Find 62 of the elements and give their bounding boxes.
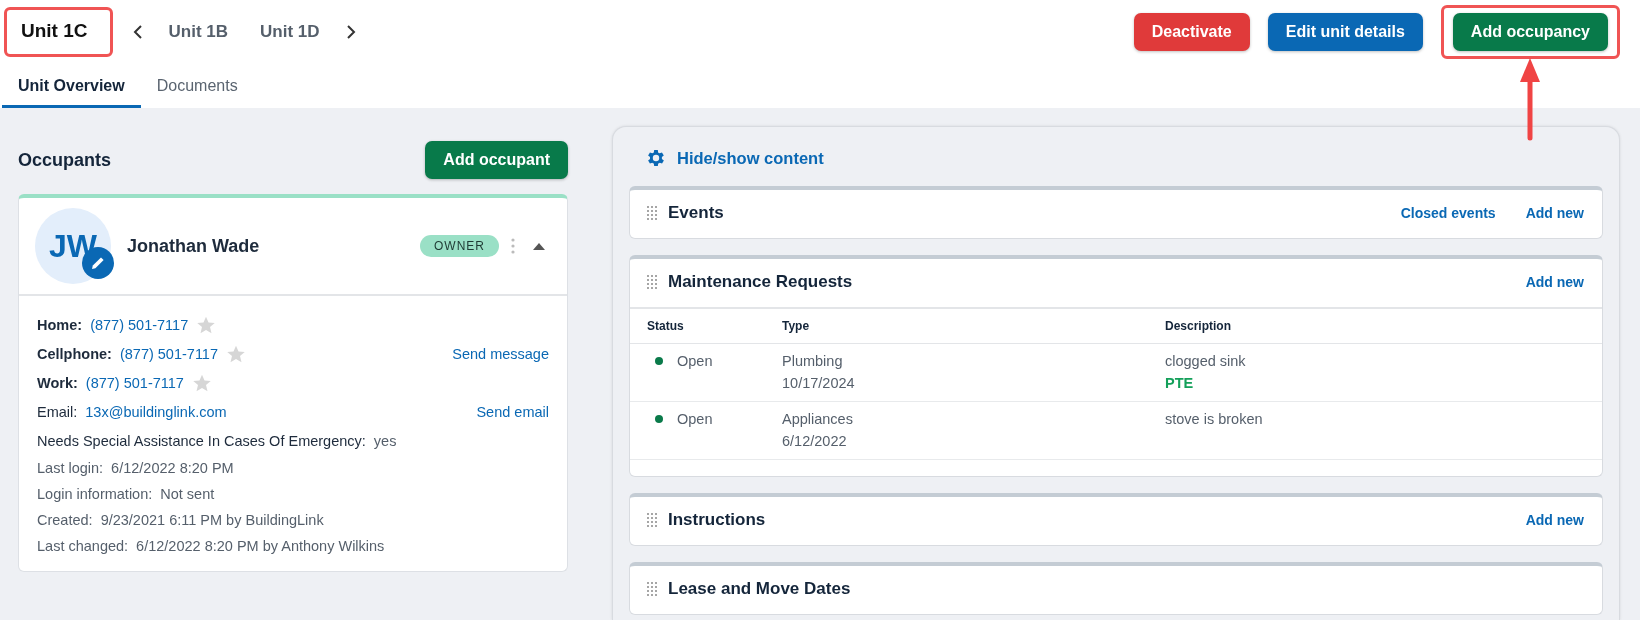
field-value: 9/23/2021 6:11 PM by BuildingLink	[100, 512, 324, 528]
action-button[interactable]: Deactivate	[1133, 13, 1250, 51]
field-label: Home:	[37, 316, 83, 333]
action-button[interactable]: Edit unit details	[1267, 13, 1423, 51]
phone-link[interactable]: (877) 501-7117	[85, 374, 184, 391]
send-message-link[interactable]: Send message	[452, 345, 549, 362]
field-label: Created:	[37, 512, 93, 528]
section-title: Instructions	[668, 510, 766, 530]
field-value: Not sent	[160, 486, 215, 502]
collapse-icon[interactable]	[533, 242, 545, 250]
request-description: stove is broken	[1165, 410, 1264, 429]
section-title: Lease and Move Dates	[668, 579, 851, 599]
field-value: 6/12/2022 8:20 PM	[111, 460, 234, 476]
section-title: Occupants	[18, 149, 112, 171]
field-value: 6/12/2022 8:20 PM by Anthony Wilkins	[136, 538, 385, 554]
email-link[interactable]: 13x@buildinglink.com	[85, 403, 227, 420]
unit-link[interactable]: Unit 1D	[254, 22, 326, 42]
hide-show-link[interactable]: Hide/show content	[629, 127, 1603, 186]
request-type: Plumbing	[782, 352, 844, 371]
occupant-name: Jonathan Wade	[127, 235, 261, 257]
status-text: Open	[677, 410, 713, 429]
drag-handle-icon[interactable]	[646, 205, 658, 221]
action-button[interactable]: Add occupancy	[1452, 13, 1608, 51]
unit-link[interactable]: Unit 1B	[162, 22, 234, 42]
field-value: yes	[373, 432, 397, 449]
drag-handle-icon[interactable]	[646, 581, 658, 597]
more-icon[interactable]	[511, 238, 515, 254]
phone-link[interactable]: (877) 501-7117	[119, 345, 218, 362]
tab[interactable]: Documents	[140, 64, 254, 108]
field-label: Last login:	[37, 460, 104, 476]
drag-handle-icon[interactable]	[646, 274, 658, 290]
section-action-link[interactable]: Closed events	[1400, 205, 1496, 221]
chevron-right-icon[interactable]	[345, 25, 356, 39]
section-title: Events	[668, 203, 724, 223]
field-label: Last changed:	[37, 538, 129, 554]
phone-link[interactable]: (877) 501-7117	[90, 316, 189, 333]
request-type: Appliances	[782, 410, 854, 429]
section-action-link[interactable]: Add new	[1525, 512, 1584, 528]
request-date: 6/12/2022	[782, 432, 848, 451]
field-label: Email:	[37, 403, 78, 420]
chevron-left-icon[interactable]	[132, 25, 143, 39]
request-description: clogged sink	[1165, 352, 1247, 371]
section-action-link[interactable]: Add new	[1525, 274, 1584, 290]
unit-title: Unit 1C	[21, 20, 88, 41]
section-title: Maintenance Requests	[668, 272, 853, 292]
send-email-link[interactable]: Send email	[476, 403, 549, 420]
drag-handle-icon[interactable]	[646, 512, 658, 528]
request-date: 10/17/2024	[782, 374, 856, 393]
settings-icon	[645, 147, 667, 169]
section-action-link[interactable]: Add new	[1525, 205, 1584, 221]
column-header: Description	[1148, 308, 1602, 344]
role-badge: OWNER	[420, 235, 499, 257]
field-label: Cellphone:	[37, 345, 112, 362]
tab[interactable]: Unit Overview	[2, 64, 141, 108]
field-label: Needs Special Assistance In Cases Of Emergency:	[37, 432, 366, 449]
column-header: Type	[765, 308, 1148, 344]
status-text: Open	[677, 352, 713, 371]
field-label: Work:	[37, 374, 78, 391]
request-tag: PTE	[1165, 372, 1602, 394]
add-occupant-button[interactable]: Add occupant	[425, 141, 568, 179]
column-header: Status	[630, 308, 765, 344]
field-label: Login information:	[37, 486, 153, 502]
